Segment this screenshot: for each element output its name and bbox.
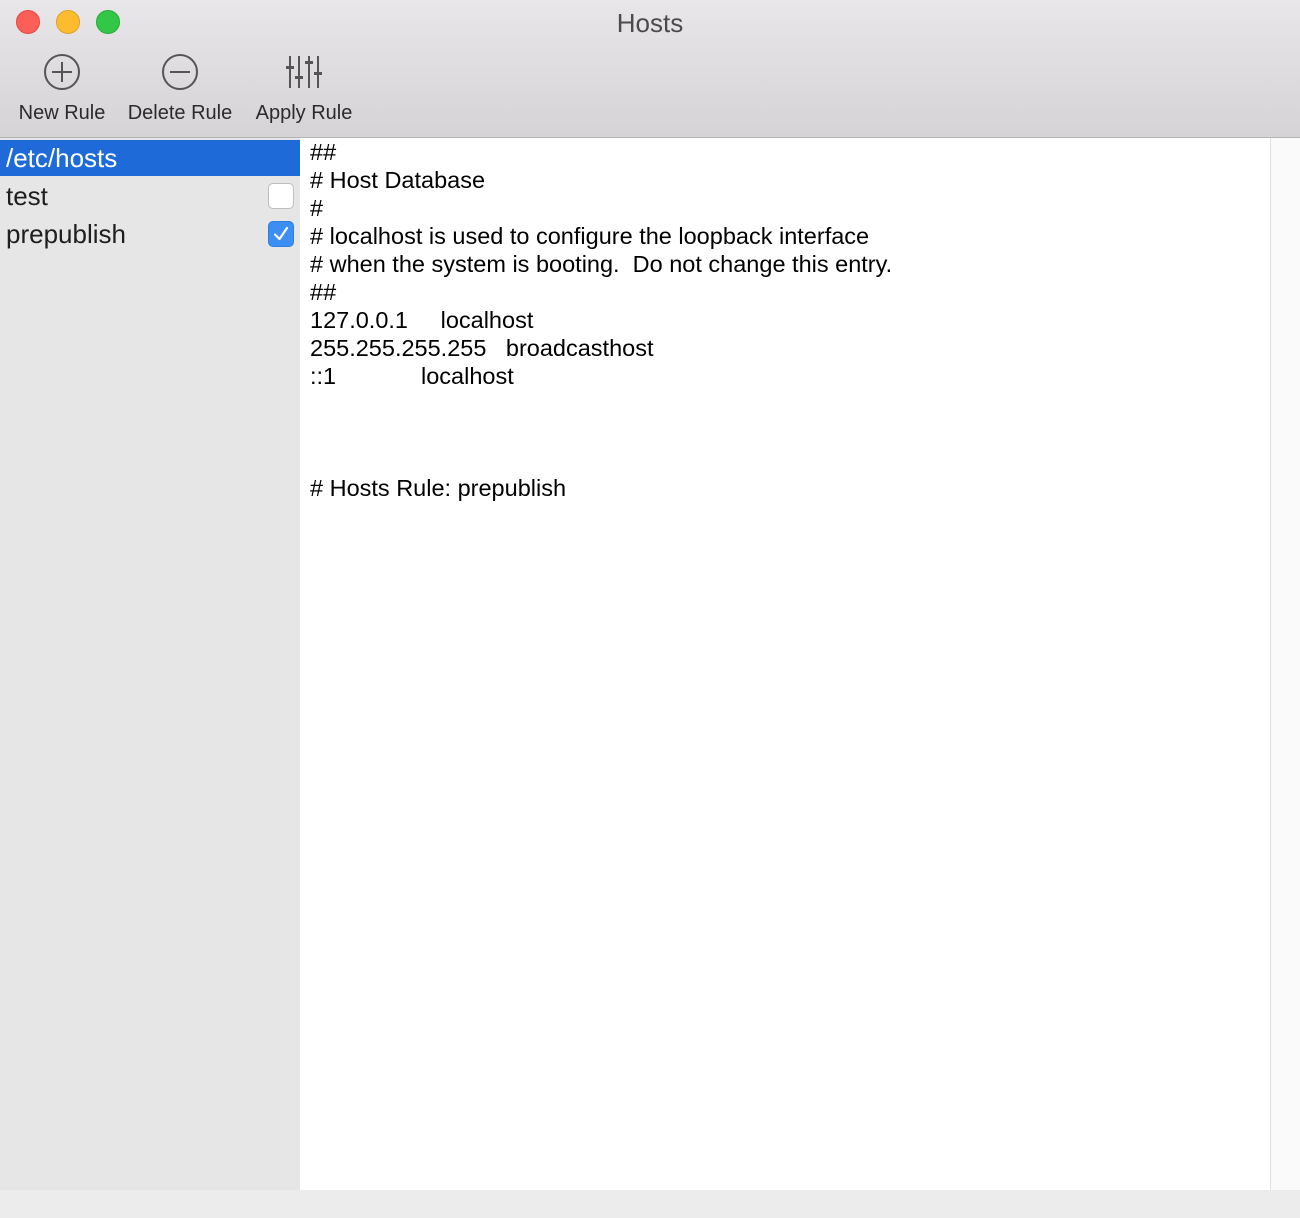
hosts-file-content[interactable]: ## # Host Database # # localhost is used… xyxy=(310,138,1260,502)
sidebar-item-test[interactable]: test xyxy=(0,178,300,214)
hosts-text-editor[interactable]: ## # Host Database # # localhost is used… xyxy=(300,138,1270,1190)
vertical-scrollbar[interactable] xyxy=(1270,138,1300,1190)
delete-rule-label: Delete Rule xyxy=(127,102,233,124)
plus-circle-icon xyxy=(44,54,80,90)
apply-rule-label: Apply Rule xyxy=(255,102,353,124)
sidebar-item-label: prepublish xyxy=(6,219,126,249)
minus-circle-icon xyxy=(162,54,198,90)
new-rule-button[interactable]: New Rule xyxy=(17,52,107,125)
delete-rule-button[interactable]: Delete Rule xyxy=(124,52,236,125)
rules-sidebar: /etc/hosts test prepublish xyxy=(0,138,300,1190)
sliders-icon xyxy=(286,56,322,88)
title-toolbar: Hosts New Rule Delete Rule Apply Rule xyxy=(0,0,1300,138)
checkmark-icon xyxy=(273,226,289,241)
sidebar-item-etc-hosts[interactable]: /etc/hosts xyxy=(0,140,300,176)
sidebar-item-label: test xyxy=(6,181,48,211)
apply-rule-button[interactable]: Apply Rule xyxy=(252,52,356,125)
bottom-bar xyxy=(0,1190,1300,1218)
rule-toggle-checkbox[interactable] xyxy=(268,221,294,247)
sidebar-item-label: /etc/hosts xyxy=(6,143,118,173)
hosts-window: Hosts New Rule Delete Rule Apply Rule /e… xyxy=(0,0,1300,1218)
window-title: Hosts xyxy=(616,8,684,38)
new-rule-label: New Rule xyxy=(18,102,106,124)
sidebar-item-prepublish[interactable]: prepublish xyxy=(0,216,300,252)
rule-toggle-checkbox[interactable] xyxy=(268,183,294,209)
